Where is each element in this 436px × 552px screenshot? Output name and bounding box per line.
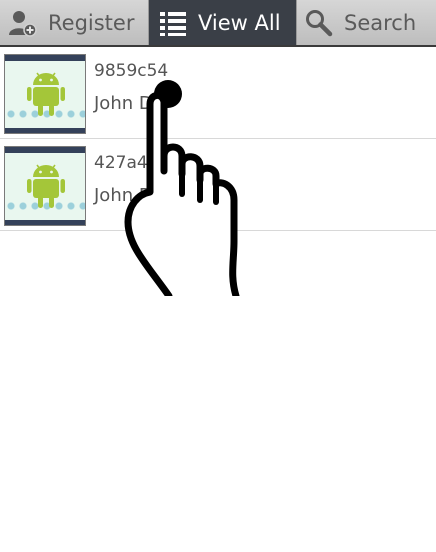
app-screen: Register View All Search 9859c54 John D … — [0, 0, 436, 552]
list-item[interactable]: 427a402 John Doe 2 — [0, 139, 436, 231]
tab-register[interactable]: Register — [0, 0, 148, 45]
record-id: 9859c54 — [94, 61, 169, 81]
thumbnail-frame-bottom — [5, 128, 85, 133]
record-id: 427a402 — [94, 153, 170, 173]
list-item[interactable]: 9859c54 John D — [0, 47, 436, 139]
thumbnail-frame-top — [5, 147, 85, 153]
thumbnail-frame-top — [5, 55, 85, 61]
tab-register-label: Register — [48, 10, 135, 35]
tab-search[interactable]: Search — [296, 0, 436, 45]
record-name: John D — [94, 93, 153, 114]
thumbnail-frame-bottom — [5, 220, 85, 225]
list-icon — [160, 11, 186, 36]
android-robot-icon — [27, 164, 65, 208]
person-add-icon — [9, 10, 37, 37]
record-name: John Doe 2 — [94, 185, 192, 206]
tab-search-label: Search — [344, 10, 417, 35]
record-thumbnail — [4, 54, 86, 134]
tab-view-all-label: View All — [198, 10, 281, 35]
tab-bar: Register View All Search — [0, 0, 436, 47]
magnifier-icon — [306, 9, 333, 36]
android-robot-icon — [27, 72, 65, 116]
records-list: 9859c54 John D 427a402 John Doe 2 — [0, 47, 436, 231]
tab-view-all[interactable]: View All — [148, 0, 296, 45]
record-thumbnail — [4, 146, 86, 226]
